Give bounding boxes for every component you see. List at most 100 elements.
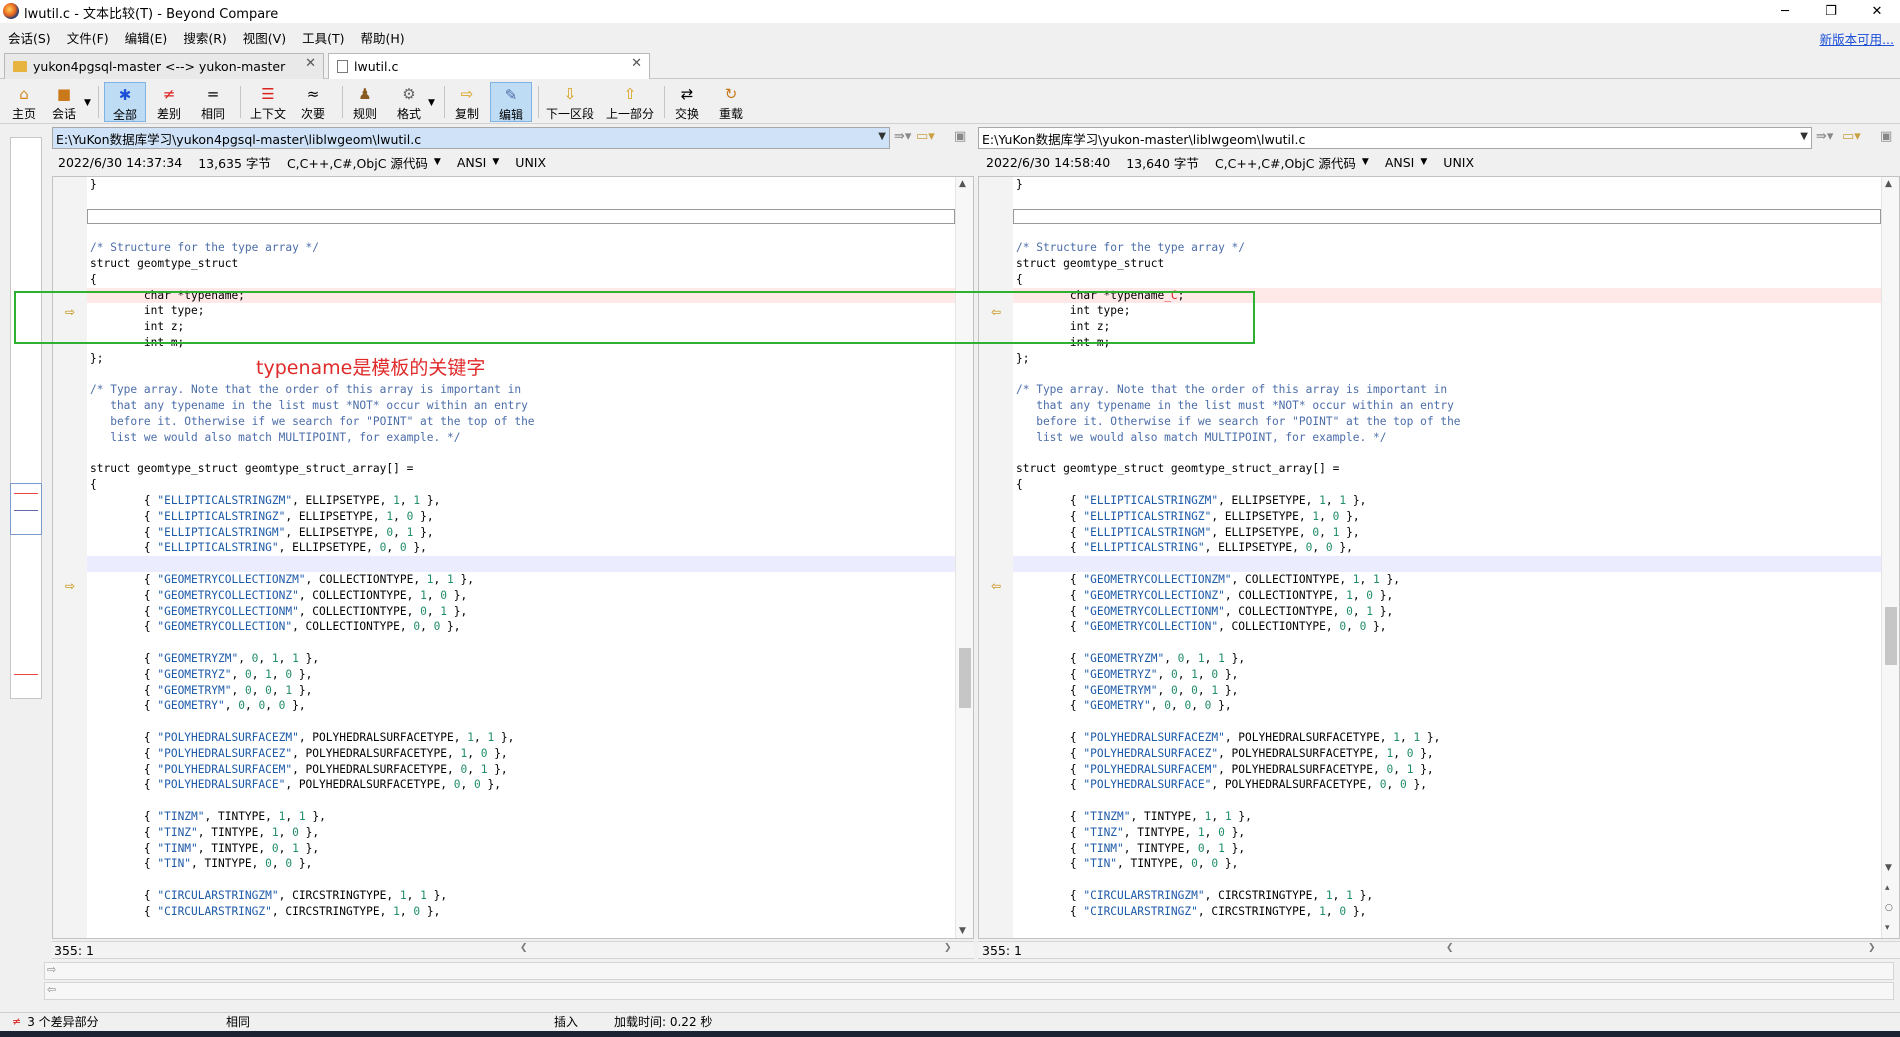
left-open-folder-icon[interactable]: ▭▾ xyxy=(916,129,935,144)
right-history-icon[interactable]: ⇛▾ xyxy=(1816,129,1833,144)
left-save-icon[interactable]: ▣ xyxy=(954,129,966,144)
blank-diff-line[interactable] xyxy=(1013,556,1881,572)
chevron-down-icon[interactable]: ▼ xyxy=(434,157,441,167)
code-line[interactable]: list we would also match MULTIPOINT, for… xyxy=(1013,430,1881,446)
swap-button[interactable]: ⇄ 交换 xyxy=(668,82,706,122)
edit-button[interactable]: ✎ 编辑 xyxy=(490,82,532,122)
code-line[interactable]: { "POLYHEDRALSURFACEZM", POLYHEDRALSURFA… xyxy=(1013,730,1881,746)
left-hscroll-right-icon[interactable]: ❯ xyxy=(944,943,952,957)
code-line[interactable]: { "TIN", TINTYPE, 0, 0 }, xyxy=(1013,856,1881,872)
code-line[interactable]: { xyxy=(1013,477,1881,493)
code-line[interactable] xyxy=(1013,446,1881,462)
code-line[interactable]: { "TINZ", TINTYPE, 1, 0 }, xyxy=(87,825,955,841)
code-line[interactable]: { "CIRCULARSTRINGZM", CIRCSTRINGTYPE, 1,… xyxy=(1013,888,1881,904)
code-line[interactable]: { "TINM", TINTYPE, 0, 1 }, xyxy=(87,841,955,857)
code-line[interactable]: { "CIRCULARSTRINGZ", CIRCSTRINGTYPE, 1, … xyxy=(87,904,955,920)
show-same-button[interactable]: = 相同 xyxy=(194,82,232,122)
code-line[interactable]: { "GEOMETRYM", 0, 0, 1 }, xyxy=(1013,683,1881,699)
code-line[interactable]: struct geomtype_struct geomtype_struct_a… xyxy=(1013,461,1881,477)
current-line[interactable] xyxy=(87,208,955,225)
code-line[interactable] xyxy=(1013,224,1881,240)
rules-button[interactable]: ♟ 规则 xyxy=(346,82,384,122)
scroll-down-icon[interactable]: ▼ xyxy=(959,926,966,936)
left-path-input[interactable]: E:\YuKon数据库学习\yukon4pgsql-master\liblwge… xyxy=(52,127,890,149)
chevron-down-icon[interactable]: ▼ xyxy=(492,157,499,167)
code-line[interactable]: { "POLYHEDRALSURFACEZ", POLYHEDRALSURFAC… xyxy=(1013,746,1881,762)
code-line[interactable] xyxy=(1013,367,1881,383)
code-line[interactable]: { "POLYHEDRALSURFACEZ", POLYHEDRALSURFAC… xyxy=(87,746,955,762)
code-line[interactable]: { "ELLIPTICALSTRING", ELLIPSETYPE, 0, 0 … xyxy=(1013,540,1881,556)
code-line[interactable]: struct geomtype_struct geomtype_struct_a… xyxy=(87,461,955,477)
chevron-down-icon[interactable]: ▼ xyxy=(1362,157,1369,167)
sessions-button[interactable]: ■ 会话 xyxy=(46,82,82,122)
code-line[interactable] xyxy=(87,224,955,240)
code-line[interactable]: { "ELLIPTICALSTRINGZ", ELLIPSETYPE, 1, 0… xyxy=(1013,509,1881,525)
code-line[interactable]: { "ELLIPTICALSTRING", ELLIPSETYPE, 0, 0 … xyxy=(87,540,955,556)
minimize-button[interactable]: ─ xyxy=(1762,0,1808,23)
chevron-down-icon[interactable]: ▼ xyxy=(1420,157,1427,167)
right-open-folder-icon[interactable]: ▭▾ xyxy=(1842,129,1861,144)
code-line[interactable] xyxy=(1013,714,1881,730)
next-section-button[interactable]: ⇩ 下一区段 xyxy=(542,82,598,122)
menu-edit[interactable]: 编辑(E) xyxy=(117,26,176,46)
code-line[interactable]: { "ELLIPTICALSTRINGZM", ELLIPSETYPE, 1, … xyxy=(87,493,955,509)
code-line[interactable]: { xyxy=(87,477,955,493)
code-line[interactable]: /* Structure for the type array */ xyxy=(87,240,955,256)
code-line[interactable]: { "ELLIPTICALSTRINGZ", ELLIPSETYPE, 1, 0… xyxy=(87,509,955,525)
code-line[interactable]: { "TINM", TINTYPE, 0, 1 }, xyxy=(1013,841,1881,857)
code-line[interactable] xyxy=(1013,635,1881,651)
sessions-dropdown-icon[interactable]: ▼ xyxy=(84,98,91,108)
code-line[interactable] xyxy=(1013,793,1881,809)
scroll-up-icon[interactable]: ▲ xyxy=(959,179,966,189)
code-line[interactable] xyxy=(87,635,955,651)
tab-close-icon[interactable]: ✕ xyxy=(305,56,316,71)
code-line[interactable]: list we would also match MULTIPOINT, for… xyxy=(87,430,955,446)
scroll-thumb[interactable] xyxy=(959,648,971,708)
code-line[interactable]: { "POLYHEDRALSURFACE", POLYHEDRALSURFACE… xyxy=(87,777,955,793)
code-line[interactable]: { "GEOMETRYZ", 0, 1, 0 }, xyxy=(87,667,955,683)
prev-diff-icon[interactable]: ▴ xyxy=(1885,883,1890,893)
code-line[interactable]: { "POLYHEDRALSURFACEZM", POLYHEDRALSURFA… xyxy=(87,730,955,746)
code-line[interactable]: { "ELLIPTICALSTRINGZM", ELLIPSETYPE, 1, … xyxy=(1013,493,1881,509)
code-line[interactable]: { "GEOMETRYZM", 0, 1, 1 }, xyxy=(87,651,955,667)
right-hscroll-right-icon[interactable]: ❯ xyxy=(1868,943,1876,957)
code-line[interactable]: { "GEOMETRYCOLLECTIONZM", COLLECTIONTYPE… xyxy=(1013,572,1881,588)
code-line[interactable]: { "CIRCULARSTRINGZ", CIRCSTRINGTYPE, 1, … xyxy=(1013,904,1881,920)
code-line[interactable]: { "TINZ", TINTYPE, 1, 0 }, xyxy=(1013,825,1881,841)
current-line[interactable] xyxy=(1013,208,1881,225)
code-line[interactable]: { "GEOMETRY", 0, 0, 0 }, xyxy=(87,698,955,714)
code-line[interactable]: { "GEOMETRYZ", 0, 1, 0 }, xyxy=(1013,667,1881,683)
code-line[interactable]: { "POLYHEDRALSURFACEM", POLYHEDRALSURFAC… xyxy=(87,762,955,778)
code-line[interactable]: /* Structure for the type array */ xyxy=(1013,240,1881,256)
code-line[interactable]: { xyxy=(1013,272,1881,288)
menu-search[interactable]: 搜索(R) xyxy=(175,26,234,46)
code-line[interactable] xyxy=(87,714,955,730)
scroll-up-icon[interactable]: ▲ xyxy=(1885,179,1892,189)
code-line[interactable]: { "POLYHEDRALSURFACEM", POLYHEDRALSURFAC… xyxy=(1013,762,1881,778)
code-line[interactable]: that any typename in the list must *NOT*… xyxy=(87,398,955,414)
right-save-icon[interactable]: ▣ xyxy=(1880,129,1892,144)
code-line[interactable]: { "GEOMETRYZM", 0, 1, 1 }, xyxy=(1013,651,1881,667)
code-line[interactable] xyxy=(87,367,955,383)
minor-button[interactable]: ≈ 次要 xyxy=(294,82,332,122)
code-line[interactable]: /* Type array. Note that the order of th… xyxy=(87,382,955,398)
code-line[interactable] xyxy=(87,446,955,462)
code-line[interactable]: { "TIN", TINTYPE, 0, 0 }, xyxy=(87,856,955,872)
code-line[interactable]: { xyxy=(87,272,955,288)
copy-to-right-arrow-icon[interactable]: ⇨ xyxy=(61,580,79,592)
code-line[interactable]: { "TINZM", TINTYPE, 1, 1 }, xyxy=(87,809,955,825)
menu-session[interactable]: 会话(S) xyxy=(0,26,59,46)
code-line[interactable]: struct geomtype_struct xyxy=(87,256,955,272)
next-diff-icon[interactable]: ▾ xyxy=(1885,923,1890,933)
code-line[interactable]: { "GEOMETRYCOLLECTION", COLLECTIONTYPE, … xyxy=(87,619,955,635)
code-line[interactable]: struct geomtype_struct xyxy=(1013,256,1881,272)
code-line[interactable]: { "GEOMETRYM", 0, 0, 1 }, xyxy=(87,683,955,699)
code-line[interactable]: { "GEOMETRYCOLLECTIONM", COLLECTIONTYPE,… xyxy=(87,604,955,620)
code-line[interactable] xyxy=(87,193,955,209)
code-line[interactable]: { "POLYHEDRALSURFACE", POLYHEDRALSURFACE… xyxy=(1013,777,1881,793)
code-line[interactable]: { "GEOMETRYCOLLECTIONZM", COLLECTIONTYPE… xyxy=(87,572,955,588)
code-line[interactable]: { "GEOMETRYCOLLECTIONZ", COLLECTIONTYPE,… xyxy=(1013,588,1881,604)
code-line[interactable] xyxy=(87,793,955,809)
diff-overview-panel[interactable] xyxy=(10,137,42,699)
right-hscroll-left-icon[interactable]: ❮ xyxy=(1446,943,1454,957)
